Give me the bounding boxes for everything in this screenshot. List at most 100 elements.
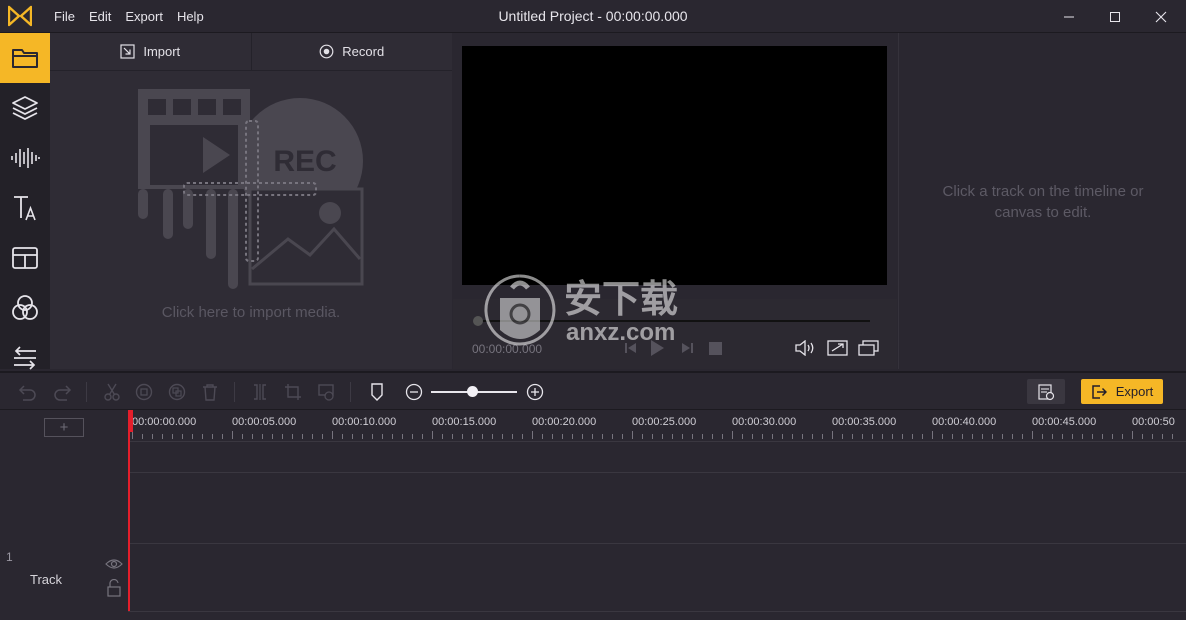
zoom-in-button[interactable] <box>524 381 546 403</box>
tab-import[interactable]: Import <box>50 33 251 70</box>
toolbar-divider <box>234 382 235 402</box>
ruler-tick <box>632 431 633 439</box>
ruler-tick <box>922 434 923 439</box>
ruler-tick <box>952 434 953 439</box>
play-button[interactable] <box>645 336 669 360</box>
speed-button[interactable] <box>315 381 337 403</box>
rail-text-button[interactable] <box>0 183 50 233</box>
ruler-tick <box>182 434 183 439</box>
menu-export[interactable]: Export <box>125 9 163 24</box>
ruler-tick <box>1042 434 1043 439</box>
stop-button[interactable] <box>703 336 727 360</box>
ruler-tick-label: 00:00:40.000 <box>932 416 997 428</box>
ruler-tick <box>512 434 513 439</box>
transition-icon <box>14 346 36 370</box>
maximize-button[interactable] <box>1092 0 1138 33</box>
ruler-tick <box>792 434 793 439</box>
properties-hint-line2: canvas to edit. <box>994 204 1092 221</box>
ruler-tick <box>142 434 143 439</box>
track-headers: + 1 Track <box>0 410 128 620</box>
eye-icon[interactable] <box>105 557 123 571</box>
add-track-button[interactable]: + <box>44 418 84 437</box>
copy-button[interactable] <box>133 381 155 403</box>
menu-edit[interactable]: Edit <box>89 9 111 24</box>
undo-icon <box>18 385 36 401</box>
import-media-illustration[interactable]: REC <box>138 89 368 289</box>
export-button[interactable]: Export <box>1081 379 1163 404</box>
rail-layers-button[interactable] <box>0 83 50 133</box>
rail-filter-button[interactable] <box>0 283 50 333</box>
render-settings-button[interactable] <box>1027 379 1065 404</box>
marker-button[interactable] <box>366 381 388 403</box>
toolbar-divider <box>86 382 87 402</box>
volume-button[interactable] <box>794 336 818 360</box>
ruler-tick <box>1012 434 1013 439</box>
ruler-tick <box>622 434 623 439</box>
video-canvas[interactable] <box>462 46 887 285</box>
ruler-tick <box>782 434 783 439</box>
cut-button[interactable] <box>101 381 123 403</box>
fullscreen-button[interactable] <box>856 336 880 360</box>
ruler-tick <box>1092 434 1093 439</box>
ruler-tick-label: 00:00:00.000 <box>132 416 197 428</box>
crop-button[interactable] <box>282 381 304 403</box>
ruler-tick <box>822 434 823 439</box>
redo-button[interactable] <box>51 381 73 403</box>
zoom-out-button[interactable] <box>403 381 425 403</box>
ruler-tick <box>1072 434 1073 439</box>
properties-panel: Click a track on the timeline or canvas … <box>898 33 1186 369</box>
rail-template-button[interactable] <box>0 233 50 283</box>
ruler-tick <box>412 434 413 439</box>
menu-help[interactable]: Help <box>177 9 204 24</box>
play-icon <box>651 340 664 356</box>
duplicate-button[interactable] <box>166 381 188 403</box>
text-icon <box>14 196 36 221</box>
fit-button[interactable] <box>825 336 849 360</box>
redo-icon <box>54 385 72 401</box>
zoom-out-icon <box>405 383 423 401</box>
duplicate-icon <box>168 383 186 401</box>
delete-button[interactable] <box>199 381 221 403</box>
seek-handle[interactable] <box>473 316 483 326</box>
ruler-tick <box>222 434 223 439</box>
ruler-tick <box>432 431 433 439</box>
ruler-tick <box>272 434 273 439</box>
ruler-tick <box>392 434 393 439</box>
timeline-ruler[interactable]: 00:00:00.000 00:00:05.000 00:00:10.000 00:0… <box>128 410 1186 441</box>
ruler-tick <box>422 434 423 439</box>
ruler-tick <box>482 434 483 439</box>
menu-file[interactable]: File <box>54 9 75 24</box>
undo-button[interactable] <box>17 381 39 403</box>
minimize-button[interactable] <box>1046 0 1092 33</box>
next-frame-button[interactable] <box>675 336 699 360</box>
ruler-tick <box>582 434 583 439</box>
rail-audio-button[interactable] <box>0 133 50 183</box>
ruler-tick <box>362 434 363 439</box>
tab-record[interactable]: Record <box>250 33 453 70</box>
ruler-tick <box>132 431 133 439</box>
ruler-tick <box>202 434 203 439</box>
unlock-icon[interactable] <box>106 579 122 597</box>
split-button[interactable] <box>249 381 271 403</box>
ruler-tick <box>282 434 283 439</box>
import-hint[interactable]: Click here to import media. <box>50 304 452 321</box>
ruler-tick <box>522 434 523 439</box>
ruler-tick <box>982 434 983 439</box>
ruler-tick <box>572 434 573 439</box>
playhead[interactable] <box>128 410 130 611</box>
delete-icon <box>203 384 217 401</box>
ruler-tick <box>862 434 863 439</box>
ruler-tick <box>992 434 993 439</box>
zoom-in-icon <box>526 383 544 401</box>
prev-frame-button[interactable] <box>619 336 643 360</box>
ruler-tick-label: 00:00:05.000 <box>232 416 297 428</box>
row-divider <box>0 543 1186 544</box>
playhead-handle[interactable] <box>128 410 133 432</box>
speed-icon <box>318 384 334 401</box>
zoom-slider-handle[interactable] <box>467 386 478 397</box>
template-icon <box>12 247 38 269</box>
seek-bar[interactable] <box>477 320 870 322</box>
rail-media-button[interactable] <box>0 33 50 83</box>
close-button[interactable] <box>1138 0 1184 33</box>
audio-wave-icon <box>11 148 40 168</box>
